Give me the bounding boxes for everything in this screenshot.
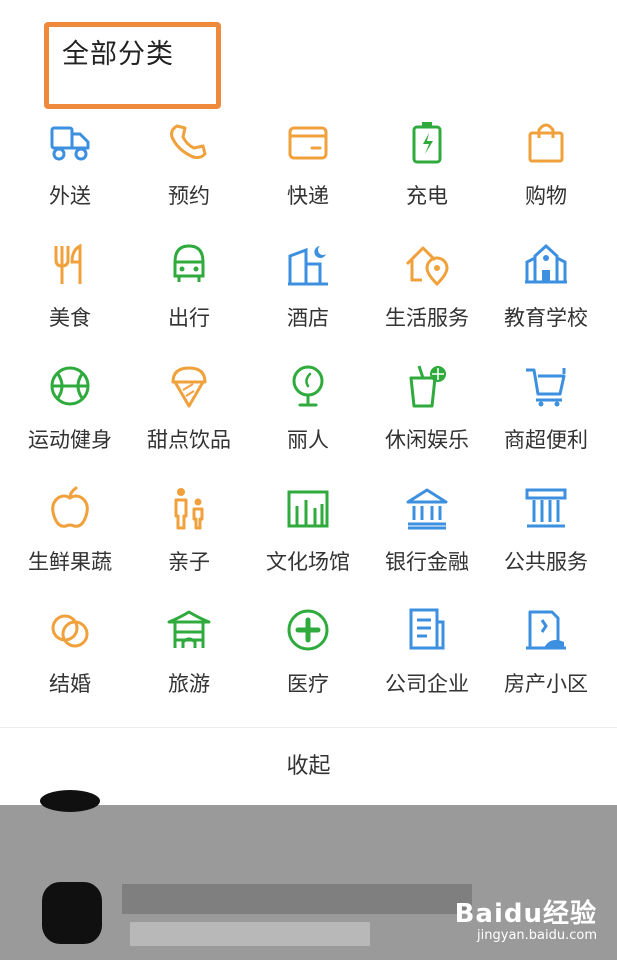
divider xyxy=(0,727,617,728)
medical-cross-icon xyxy=(287,609,329,651)
category-item-express[interactable]: 快递 xyxy=(248,118,368,238)
watermark: Baidu经验 jingyan.baidu.com xyxy=(455,893,597,943)
page-title: 全部分类 xyxy=(62,39,174,70)
category-label: 出行 xyxy=(168,306,210,330)
category-item-parent-child[interactable]: 亲子 xyxy=(129,484,249,604)
category-item-dessert[interactable]: 甜点饮品 xyxy=(129,362,249,482)
watermark-url: jingyan.baidu.com xyxy=(477,928,597,943)
category-label: 酒店 xyxy=(287,306,329,330)
category-item-education[interactable]: 教育学校 xyxy=(486,240,606,360)
category-label: 亲子 xyxy=(168,550,210,574)
hotel-icon xyxy=(288,246,328,286)
fork-icon xyxy=(54,243,82,284)
category-label: 文化场馆 xyxy=(266,550,350,574)
category-label: 外送 xyxy=(49,184,91,208)
category-item-real-estate[interactable]: 房产小区 xyxy=(486,606,606,726)
category-label: 甜点饮品 xyxy=(147,428,231,452)
category-label: 公司企业 xyxy=(385,672,469,696)
category-item-life-service[interactable]: 生活服务 xyxy=(367,240,487,360)
category-item-tourism[interactable]: 旅游 xyxy=(129,606,249,726)
bus-icon xyxy=(173,244,205,282)
category-item-wedding[interactable]: 结婚 xyxy=(10,606,130,726)
category-label: 快递 xyxy=(287,184,329,208)
ball-icon xyxy=(50,366,90,406)
category-item-food[interactable]: 美食 xyxy=(10,240,130,360)
category-item-shopping[interactable]: 购物 xyxy=(486,118,606,238)
category-item-travel[interactable]: 出行 xyxy=(129,240,249,360)
category-item-beauty[interactable]: 丽人 xyxy=(248,362,368,482)
category-item-company[interactable]: 公司企业 xyxy=(367,606,487,726)
category-label: 生鲜果蔬 xyxy=(28,550,112,574)
category-label: 美食 xyxy=(49,306,91,330)
blurred-avatar xyxy=(42,882,102,944)
category-label: 教育学校 xyxy=(504,306,588,330)
category-label: 丽人 xyxy=(287,428,329,452)
cart-icon xyxy=(526,368,566,407)
category-label: 房产小区 xyxy=(504,672,588,696)
category-item-culture-venue[interactable]: 文化场馆 xyxy=(248,484,368,604)
category-item-bank[interactable]: 银行金融 xyxy=(367,484,487,604)
bank-icon xyxy=(406,488,448,530)
truck-icon xyxy=(50,126,90,161)
drink-icon xyxy=(409,365,446,408)
wallet-icon xyxy=(288,126,328,160)
category-label: 结婚 xyxy=(49,672,91,696)
venue-icon xyxy=(287,490,329,528)
category-label: 公共服务 xyxy=(504,550,588,574)
category-item-leisure[interactable]: 休闲娱乐 xyxy=(367,362,487,482)
category-panel: 全部分类 外送 预约 快递 充电 购物 美食 出行 酒店 生活服务 教育学校 运… xyxy=(0,0,617,805)
apple-icon xyxy=(51,486,89,528)
mirror-icon xyxy=(292,365,324,407)
category-item-sports[interactable]: 运动健身 xyxy=(10,362,130,482)
category-item-supermarket[interactable]: 商超便利 xyxy=(486,362,606,482)
category-item-charging[interactable]: 充电 xyxy=(367,118,487,238)
category-item-booking[interactable]: 预约 xyxy=(129,118,249,238)
category-label: 运动健身 xyxy=(28,428,112,452)
category-item-hotel[interactable]: 酒店 xyxy=(248,240,368,360)
blurred-text xyxy=(122,884,472,914)
property-icon xyxy=(526,610,566,650)
watermark-brand: Baidu经验 xyxy=(454,899,597,929)
blurred-text xyxy=(130,922,370,946)
blurred-avatar xyxy=(40,790,100,812)
category-item-fresh-produce[interactable]: 生鲜果蔬 xyxy=(10,484,130,604)
category-item-medical[interactable]: 医疗 xyxy=(248,606,368,726)
rings-icon xyxy=(51,614,89,648)
phone-icon xyxy=(170,124,207,160)
category-item-takeout[interactable]: 外送 xyxy=(10,118,130,238)
category-label: 预约 xyxy=(168,184,210,208)
category-label: 充电 xyxy=(406,184,448,208)
shopping-bag-icon xyxy=(528,123,564,163)
home-location-icon xyxy=(405,246,449,286)
pavilion-icon xyxy=(167,610,211,648)
category-label: 生活服务 xyxy=(385,306,469,330)
category-label: 购物 xyxy=(525,184,567,208)
category-label: 医疗 xyxy=(287,672,329,696)
category-label: 休闲娱乐 xyxy=(385,428,469,452)
category-label: 银行金融 xyxy=(385,550,469,574)
parent-child-icon xyxy=(174,488,204,530)
public-building-icon xyxy=(525,488,567,528)
category-label: 商超便利 xyxy=(504,428,588,452)
category-item-public-service[interactable]: 公共服务 xyxy=(486,484,606,604)
ice-cream-icon xyxy=(171,366,207,408)
battery-icon xyxy=(412,122,442,164)
office-doc-icon xyxy=(409,608,445,650)
collapse-button[interactable]: 收起 xyxy=(0,748,617,780)
school-icon xyxy=(525,243,567,284)
category-label: 旅游 xyxy=(168,672,210,696)
